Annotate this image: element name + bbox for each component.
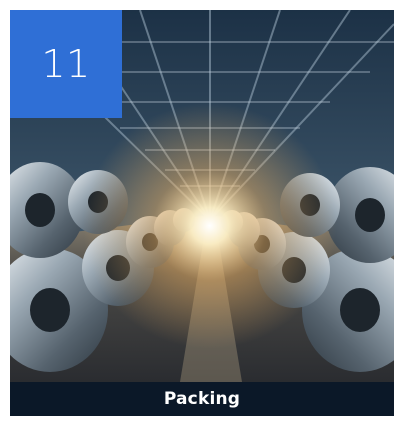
step-number-badge: 11 bbox=[10, 10, 122, 118]
caption-bar: Packing bbox=[10, 382, 394, 416]
process-step-card[interactable]: 11 Packing bbox=[10, 10, 394, 416]
step-number: 11 bbox=[41, 42, 91, 86]
step-title: Packing bbox=[163, 389, 241, 409]
